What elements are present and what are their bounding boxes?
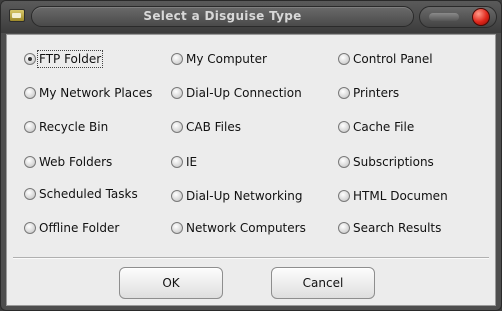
radio-button[interactable] bbox=[171, 190, 183, 202]
radio-option-cab-files[interactable]: CAB Files bbox=[171, 118, 241, 136]
radio-button[interactable] bbox=[338, 222, 350, 234]
radio-option-cache-file[interactable]: Cache File bbox=[338, 118, 414, 136]
radio-button[interactable] bbox=[338, 53, 350, 65]
radio-option-html-document[interactable]: HTML Documen bbox=[338, 187, 448, 205]
radio-button[interactable] bbox=[338, 156, 350, 168]
radio-option-ftp-folder[interactable]: FTP Folder bbox=[24, 50, 104, 68]
option-label: Network Computers bbox=[186, 221, 306, 235]
option-label: Scheduled Tasks bbox=[39, 187, 138, 201]
radio-button[interactable] bbox=[24, 121, 36, 133]
dialog-title: Select a Disguise Type bbox=[31, 6, 414, 27]
option-label: Dial-Up Networking bbox=[186, 189, 303, 203]
cancel-button[interactable]: Cancel bbox=[271, 267, 375, 299]
minimize-button[interactable] bbox=[429, 13, 459, 21]
option-label: FTP Folder bbox=[36, 50, 104, 68]
radio-button[interactable] bbox=[24, 222, 36, 234]
option-label: Dial-Up Connection bbox=[186, 86, 302, 100]
radio-option-scheduled-tasks[interactable]: Scheduled Tasks bbox=[24, 185, 138, 203]
radio-option-dial-up-connection[interactable]: Dial-Up Connection bbox=[171, 84, 302, 102]
option-label: IE bbox=[186, 155, 198, 169]
radio-option-search-results[interactable]: Search Results bbox=[338, 219, 441, 237]
separator-line bbox=[13, 257, 489, 259]
options-panel: FTP Folder My Network Places Recycle Bin… bbox=[6, 34, 496, 306]
title-bar[interactable]: Select a Disguise Type bbox=[1, 1, 501, 33]
option-label: Control Panel bbox=[353, 52, 433, 66]
option-label: Web Folders bbox=[39, 155, 113, 169]
option-label: Subscriptions bbox=[353, 155, 434, 169]
radio-button[interactable] bbox=[24, 53, 36, 65]
radio-button[interactable] bbox=[171, 222, 183, 234]
radio-button[interactable] bbox=[24, 156, 36, 168]
radio-option-my-network-places[interactable]: My Network Places bbox=[24, 84, 152, 102]
radio-option-dial-up-networking[interactable]: Dial-Up Networking bbox=[171, 187, 302, 205]
radio-option-offline-folder[interactable]: Offline Folder bbox=[24, 219, 119, 237]
radio-button[interactable] bbox=[171, 156, 183, 168]
radio-option-ie[interactable]: IE bbox=[171, 153, 197, 171]
dialog-window: Select a Disguise Type FTP Folder My Net… bbox=[0, 0, 502, 311]
option-label: Search Results bbox=[353, 221, 442, 235]
close-button[interactable] bbox=[472, 8, 490, 26]
option-label: My Network Places bbox=[39, 86, 153, 100]
folder-icon bbox=[9, 9, 25, 22]
option-label: Printers bbox=[353, 86, 400, 100]
radio-option-subscriptions[interactable]: Subscriptions bbox=[338, 153, 434, 171]
option-label: HTML Documen bbox=[353, 189, 448, 203]
radio-button[interactable] bbox=[24, 87, 36, 99]
radio-option-recycle-bin[interactable]: Recycle Bin bbox=[24, 118, 108, 136]
radio-button[interactable] bbox=[338, 190, 350, 202]
ok-button[interactable]: OK bbox=[119, 267, 223, 299]
option-label: My Computer bbox=[186, 52, 267, 66]
radio-option-web-folders[interactable]: Web Folders bbox=[24, 153, 112, 171]
radio-button[interactable] bbox=[338, 121, 350, 133]
radio-button[interactable] bbox=[171, 121, 183, 133]
option-label: Offline Folder bbox=[39, 221, 120, 235]
option-label: CAB Files bbox=[186, 120, 241, 134]
window-controls bbox=[419, 6, 497, 28]
radio-button[interactable] bbox=[24, 188, 36, 200]
option-label: Recycle Bin bbox=[39, 120, 109, 134]
radio-option-my-computer[interactable]: My Computer bbox=[171, 50, 267, 68]
radio-option-control-panel[interactable]: Control Panel bbox=[338, 50, 433, 68]
radio-option-printers[interactable]: Printers bbox=[338, 84, 399, 102]
radio-button[interactable] bbox=[338, 87, 350, 99]
radio-button[interactable] bbox=[171, 87, 183, 99]
radio-button[interactable] bbox=[171, 53, 183, 65]
radio-option-network-computers[interactable]: Network Computers bbox=[171, 219, 306, 237]
option-label: Cache File bbox=[353, 120, 415, 134]
